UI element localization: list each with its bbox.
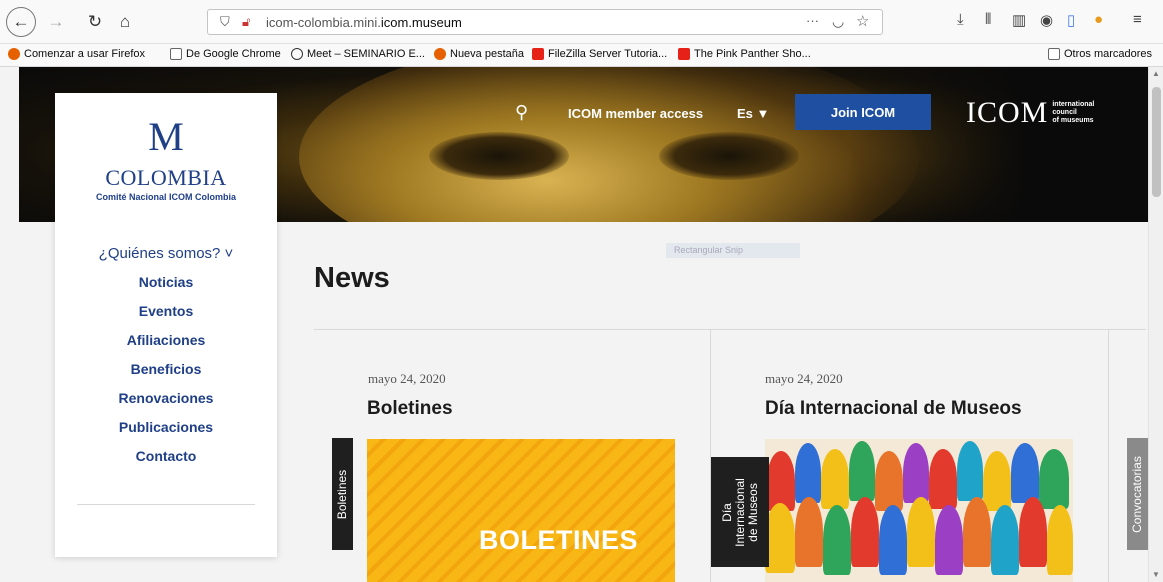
illustration-figure bbox=[823, 505, 851, 575]
divider bbox=[1108, 330, 1109, 582]
illustration-figure bbox=[795, 443, 821, 503]
card-title[interactable]: Día Internacional de Museos bbox=[765, 398, 1022, 420]
scroll-thumb[interactable] bbox=[1152, 87, 1161, 197]
bookmark-item[interactable]: Meet – SEMINARIO E... bbox=[291, 48, 425, 60]
category-tab[interactable]: Convocatorias bbox=[1127, 438, 1148, 550]
category-tab[interactable]: Día Internacional de Museos bbox=[711, 457, 769, 567]
card-date: mayo 24, 2020 bbox=[765, 371, 843, 386]
illustration-figure bbox=[821, 449, 849, 509]
card-image[interactable]: BOLETINES bbox=[367, 439, 675, 582]
illustration-figure bbox=[879, 505, 907, 575]
illustration-figure bbox=[849, 441, 875, 501]
bookmark-item[interactable]: FileZilla Server Tutoria... bbox=[532, 48, 667, 60]
brand-subtitle: Comité Nacional ICOM Colombia bbox=[95, 192, 236, 202]
bookmark-item[interactable]: De Google Chrome bbox=[170, 48, 281, 60]
sidebar: M COLOMBIA Comité Nacional ICOM Colombia… bbox=[55, 93, 277, 557]
join-button[interactable]: Join ICOM bbox=[795, 94, 931, 130]
hero-overlay bbox=[848, 67, 1148, 222]
illustration-figure bbox=[1047, 505, 1073, 575]
bookmark-star-icon[interactable]: ☆ bbox=[856, 12, 869, 30]
hero-image-detail bbox=[659, 132, 799, 180]
sidebar-icon[interactable]: ▥ bbox=[1012, 11, 1026, 29]
sidebar-item-beneficios[interactable]: Beneficios bbox=[55, 355, 277, 384]
language-selector[interactable]: Es ▼ bbox=[737, 106, 769, 121]
url-text[interactable]: icom-colombia.mini.icom.museum bbox=[266, 15, 462, 30]
hero-image-detail bbox=[429, 132, 569, 180]
extension-icon[interactable]: ● bbox=[1094, 11, 1103, 28]
illustration-figure bbox=[795, 497, 823, 567]
illustration-figure bbox=[765, 503, 795, 573]
illustration-figure bbox=[1019, 497, 1047, 567]
bookmark-item[interactable]: Nueva pestaña bbox=[434, 48, 524, 60]
card-date: mayo 24, 2020 bbox=[368, 371, 446, 386]
illustration-figure bbox=[907, 497, 935, 567]
divider bbox=[77, 504, 255, 505]
insecure-lock-icon[interactable]: 🔓︎ bbox=[242, 14, 250, 30]
illustration-figure bbox=[957, 441, 983, 501]
shield-icon[interactable]: ⛉ bbox=[220, 14, 230, 30]
illustration-figure bbox=[935, 505, 963, 575]
scroll-up-icon[interactable]: ▲ bbox=[1152, 69, 1160, 78]
folder-icon bbox=[170, 48, 182, 60]
scroll-down-icon[interactable]: ▼ bbox=[1152, 570, 1160, 579]
notes-icon[interactable]: ▯ bbox=[1067, 11, 1075, 29]
sidebar-item-renovaciones[interactable]: Renovaciones bbox=[55, 384, 277, 413]
brand-name[interactable]: COLOMBIA bbox=[55, 165, 277, 191]
home-icon[interactable]: ⌂ bbox=[111, 8, 139, 36]
illustration-figure bbox=[767, 451, 795, 511]
globe-icon bbox=[291, 48, 303, 60]
illustration-figure bbox=[963, 497, 991, 567]
bookmark-item[interactable]: The Pink Panther Sho... bbox=[678, 48, 811, 60]
illustration-figure bbox=[851, 497, 879, 567]
url-bar[interactable]: ⛉ 🔓︎ icom-colombia.mini.icom.museum ··· … bbox=[207, 9, 883, 35]
illustration-figure bbox=[875, 451, 903, 511]
page-actions-menu[interactable]: ··· bbox=[806, 13, 819, 28]
snip-overlay-hint: Rectangular Snip bbox=[666, 243, 800, 258]
youtube-icon bbox=[532, 48, 544, 60]
bookmark-item[interactable]: Comenzar a usar Firefox bbox=[8, 48, 145, 60]
illustration-figure bbox=[983, 451, 1011, 511]
sidebar-item-quienes-somos[interactable]: ¿Quiénes somos? ˅ bbox=[55, 239, 277, 268]
sidebar-item-publicaciones[interactable]: Publicaciones bbox=[55, 413, 277, 442]
bookmarks-bar: Comenzar a usar Firefox De Google Chrome… bbox=[0, 44, 1163, 67]
download-icon[interactable]: ⤓ bbox=[957, 11, 964, 28]
card-image[interactable] bbox=[765, 439, 1073, 582]
category-tab[interactable]: Boletines bbox=[332, 438, 353, 550]
member-access-link[interactable]: ICOM member access bbox=[568, 106, 703, 121]
library-icon[interactable]: ⫴ bbox=[985, 11, 991, 28]
sidebar-menu: ¿Quiénes somos? ˅ Noticias Eventos Afili… bbox=[55, 239, 277, 471]
reload-icon[interactable]: ↻ bbox=[81, 8, 109, 36]
illustration-figure bbox=[1011, 443, 1039, 503]
search-icon[interactable]: ⚲ bbox=[515, 102, 528, 123]
browser-toolbar: ← → ↻ ⌂ ⛉ 🔓︎ icom-colombia.mini.icom.mus… bbox=[0, 0, 1163, 44]
account-icon[interactable]: ◉ bbox=[1040, 11, 1053, 29]
sidebar-item-noticias[interactable]: Noticias bbox=[55, 268, 277, 297]
illustration-figure bbox=[991, 505, 1019, 575]
card-title[interactable]: Boletines bbox=[367, 398, 453, 420]
sidebar-item-eventos[interactable]: Eventos bbox=[55, 297, 277, 326]
illustration-figure bbox=[903, 443, 929, 503]
brand-logo-mark[interactable]: M bbox=[55, 113, 277, 160]
youtube-icon bbox=[678, 48, 690, 60]
firefox-icon bbox=[8, 48, 20, 60]
other-bookmarks[interactable]: Otros marcadores bbox=[1048, 48, 1152, 60]
illustration-figure bbox=[1039, 449, 1069, 509]
illustration-figure bbox=[929, 449, 957, 509]
icom-logo[interactable]: ICOM international council of museums bbox=[966, 96, 1094, 130]
back-button[interactable]: ← bbox=[6, 7, 36, 37]
sidebar-item-contacto[interactable]: Contacto bbox=[55, 442, 277, 471]
folder-icon bbox=[1048, 48, 1060, 60]
forward-button[interactable]: → bbox=[42, 8, 70, 36]
divider bbox=[314, 329, 1146, 330]
firefox-icon bbox=[434, 48, 446, 60]
scrollbar[interactable]: ▲ ▼ bbox=[1148, 67, 1163, 582]
menu-icon[interactable]: ≡ bbox=[1133, 11, 1142, 28]
sidebar-item-afiliaciones[interactable]: Afiliaciones bbox=[55, 326, 277, 355]
page-title: News bbox=[314, 262, 390, 294]
pocket-icon[interactable]: ◡ bbox=[832, 13, 844, 30]
hero-image bbox=[299, 67, 919, 222]
